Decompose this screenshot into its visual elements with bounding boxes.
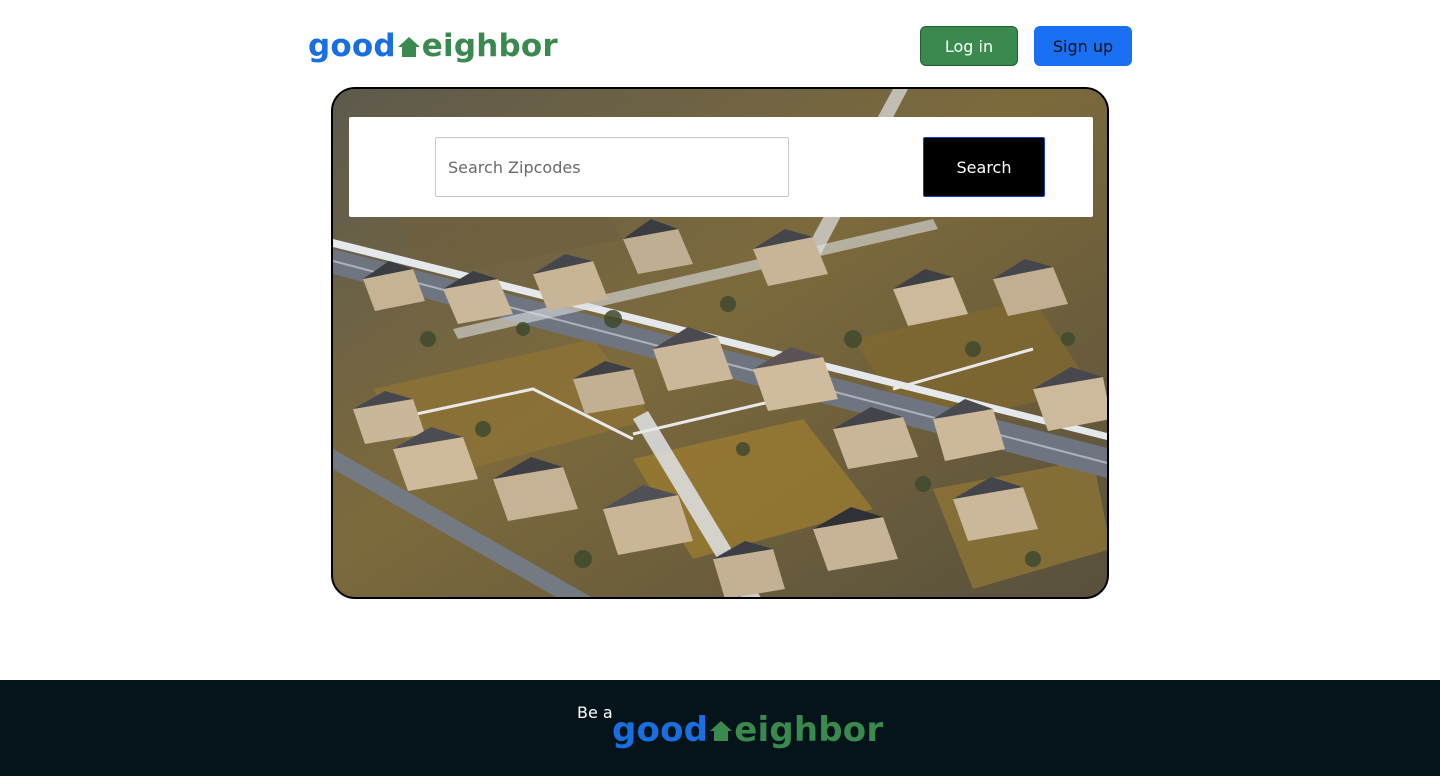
login-button[interactable]: Log in — [920, 26, 1018, 66]
search-button[interactable]: Search — [923, 137, 1045, 197]
site-header: good eighbor Log in Sign up — [0, 0, 1440, 88]
logo-text-good: good — [612, 710, 709, 750]
house-icon — [710, 721, 733, 741]
search-panel: Search — [349, 117, 1093, 217]
footer-tagline: Be a — [577, 703, 613, 722]
logo-text-good: good — [308, 28, 396, 64]
signup-button[interactable]: Sign up — [1034, 26, 1132, 66]
logo-text-eighbor: eighbor — [734, 710, 884, 750]
footer-logo[interactable]: good eighbor — [612, 713, 883, 747]
site-logo[interactable]: good eighbor — [308, 31, 558, 62]
house-icon — [397, 37, 420, 57]
hero-banner: Search — [331, 87, 1109, 599]
logo-text-eighbor: eighbor — [421, 28, 558, 64]
site-footer: Be a good eighbor — [0, 680, 1440, 776]
zipcode-search-input[interactable] — [435, 137, 789, 197]
